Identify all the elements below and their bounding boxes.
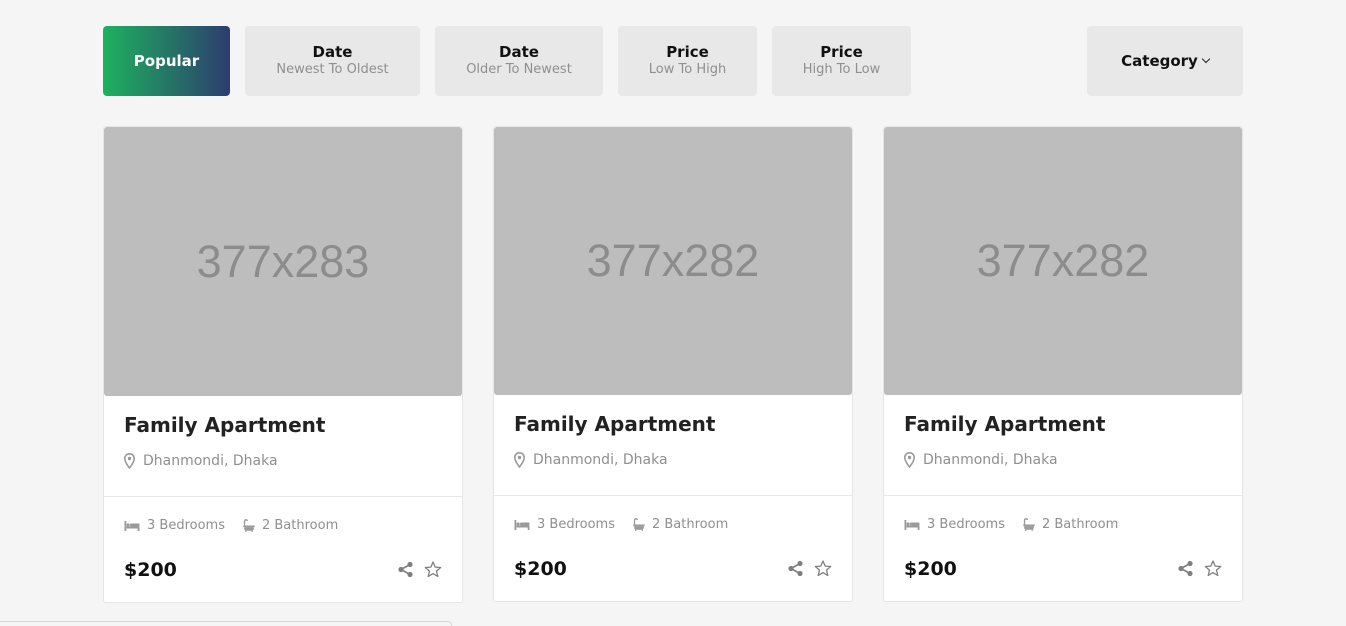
property-location: Dhanmondi, Dhaka [124,453,278,469]
star-outline-icon[interactable] [1204,560,1222,577]
image-dimensions-text: 377x282 [586,235,760,286]
property-price: $200 [514,558,567,580]
category-dropdown[interactable]: Category [1087,26,1243,96]
sort-popular-button[interactable]: Popular [103,26,230,96]
category-label: Category [1121,52,1198,70]
chevron-down-icon [1201,54,1211,64]
image-dimensions-text: 377x283 [196,235,370,287]
location-text: Dhanmondi, Dhaka [143,453,278,469]
sort-price-high-subtitle: High To Low [802,62,881,77]
card-divider [104,496,462,497]
share-icon[interactable] [1177,560,1194,577]
property-title[interactable]: Family Apartment [514,412,715,436]
bathrooms-text: 2 Bathroom [651,517,729,532]
bedrooms-feature: 3 Bedrooms [904,517,1005,532]
image-dimensions-text: 377x282 [976,235,1150,286]
card-divider [884,495,1242,496]
bedrooms-text: 3 Bedrooms [537,517,615,532]
sort-popular-label: Popular [133,52,200,70]
bathrooms-feature: 2 Bathroom [243,518,338,533]
bathrooms-feature: 2 Bathroom [1023,517,1118,532]
property-card[interactable]: 377x282 Family Apartment Dhanmondi, Dhak… [883,126,1243,602]
star-outline-icon[interactable] [424,561,442,578]
property-features: 3 Bedrooms 2 Bathroom [514,517,746,532]
sort-filter-bar: Popular Date Newest To Oldest Date Older… [103,26,1243,96]
property-location: Dhanmondi, Dhaka [514,452,668,468]
property-price: $200 [904,558,957,580]
bed-icon [904,519,920,530]
bed-icon [514,519,530,530]
sort-date-oldest-button[interactable]: Date Older To Newest [435,26,603,96]
sort-date-newest-subtitle: Newest To Oldest [276,62,389,77]
bedrooms-text: 3 Bedrooms [147,518,225,533]
bathrooms-text: 2 Bathroom [261,518,339,533]
property-location: Dhanmondi, Dhaka [904,452,1058,468]
property-image-placeholder[interactable]: 377x282 [494,127,852,395]
map-pin-icon [904,452,915,468]
property-features: 3 Bedrooms 2 Bathroom [904,517,1136,532]
sort-date-newest-title: Date [312,43,353,61]
sort-date-oldest-title: Date [499,43,539,61]
card-actions [1167,560,1222,577]
sort-date-newest-button[interactable]: Date Newest To Oldest [245,26,420,96]
sort-price-low-subtitle: Low To High [648,62,727,77]
sort-date-oldest-subtitle: Older To Newest [466,62,572,77]
bathrooms-feature: 2 Bathroom [633,517,728,532]
property-title[interactable]: Family Apartment [904,412,1105,436]
sort-price-low-button[interactable]: Price Low To High [618,26,757,96]
bathtub-icon [1023,518,1035,531]
property-card[interactable]: 377x282 Family Apartment Dhanmondi, Dhak… [493,126,853,602]
card-actions [387,561,442,578]
sort-price-high-button[interactable]: Price High To Low [772,26,911,96]
property-title[interactable]: Family Apartment [124,413,325,437]
bedrooms-feature: 3 Bedrooms [514,517,615,532]
map-pin-icon [124,453,135,469]
bathtub-icon [633,518,645,531]
bedrooms-feature: 3 Bedrooms [124,518,225,533]
location-text: Dhanmondi, Dhaka [533,452,668,468]
bathrooms-text: 2 Bathroom [1041,517,1119,532]
property-card[interactable]: 377x283 Family Apartment Dhanmondi, Dhak… [103,126,463,603]
share-icon[interactable] [397,561,414,578]
star-outline-icon[interactable] [814,560,832,577]
sort-price-low-title: Price [666,43,709,61]
share-icon[interactable] [787,560,804,577]
map-pin-icon [514,452,525,468]
card-actions [777,560,832,577]
horizontal-scrollbar[interactable] [0,621,452,626]
bedrooms-text: 3 Bedrooms [927,517,1005,532]
card-divider [494,495,852,496]
bathtub-icon [243,519,255,532]
bed-icon [124,520,140,531]
property-price: $200 [124,559,177,581]
property-image-placeholder[interactable]: 377x283 [104,127,462,396]
property-features: 3 Bedrooms 2 Bathroom [124,518,356,533]
property-image-placeholder[interactable]: 377x282 [884,127,1242,395]
sort-price-high-title: Price [820,43,863,61]
location-text: Dhanmondi, Dhaka [923,452,1058,468]
